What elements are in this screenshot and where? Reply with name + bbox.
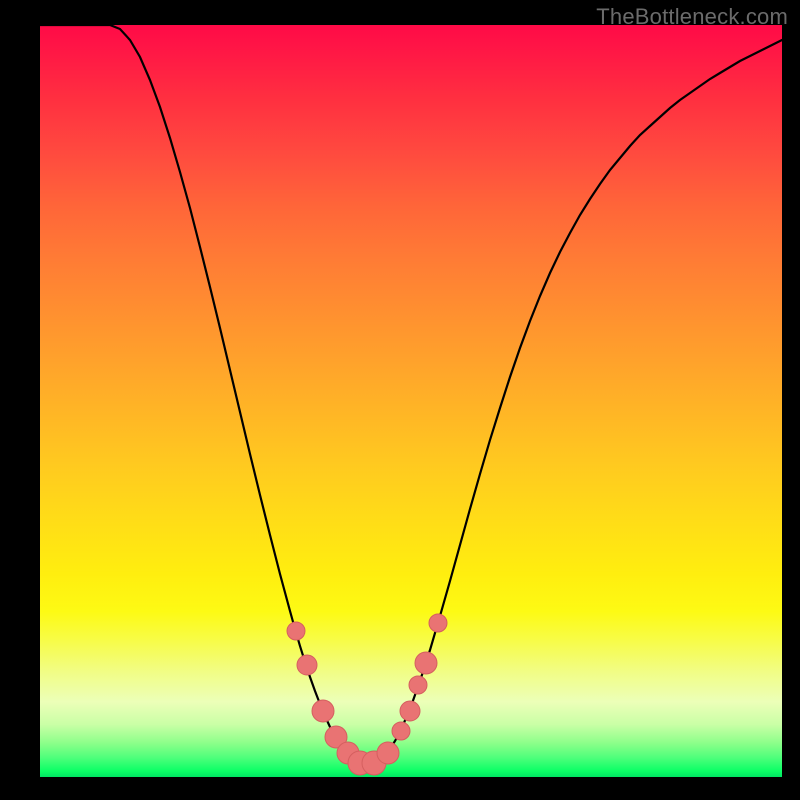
data-point-marker [297,655,317,675]
data-points-group [287,614,447,775]
chart-frame: TheBottleneck.com [0,0,800,800]
data-point-marker [415,652,437,674]
plot-area [40,25,782,777]
data-point-marker [409,676,427,694]
data-point-marker [377,742,399,764]
data-point-marker [400,701,420,721]
data-point-marker [392,722,410,740]
watermark-text: TheBottleneck.com [596,4,788,30]
data-point-marker [287,622,305,640]
data-point-marker [429,614,447,632]
bottleneck-curve [40,25,782,765]
data-point-marker [312,700,334,722]
chart-svg [40,25,782,777]
